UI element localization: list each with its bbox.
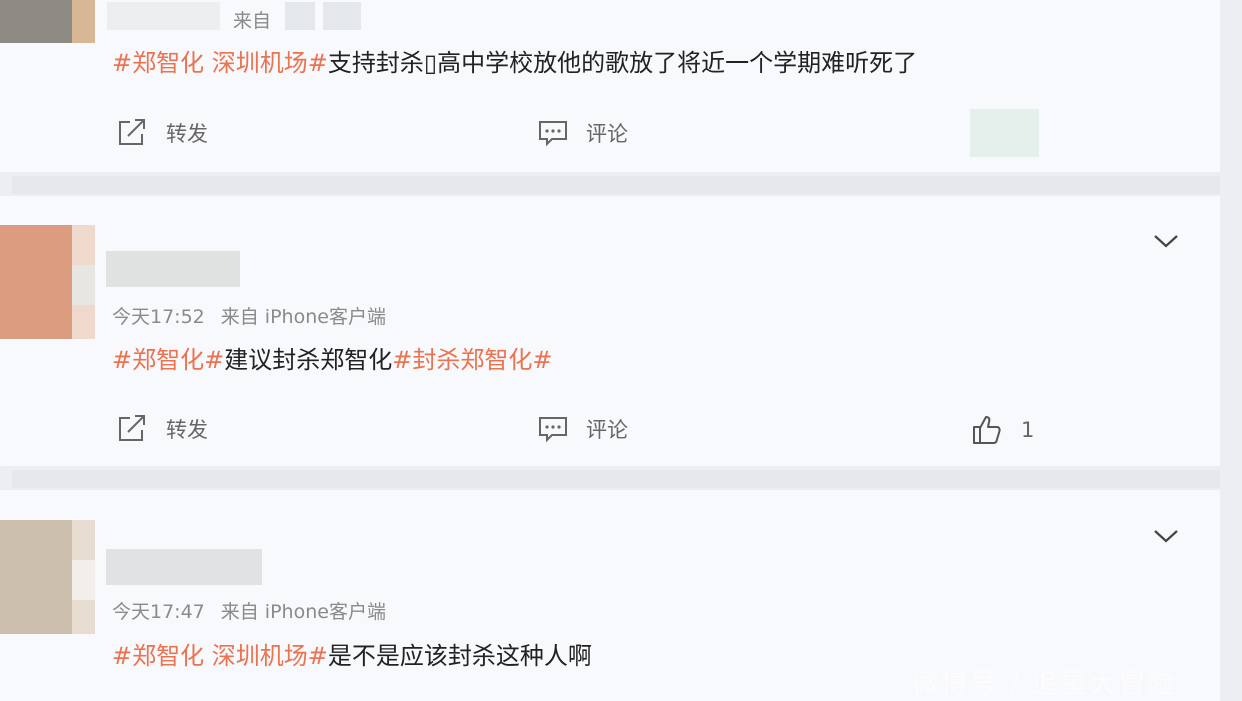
forward-button[interactable]: 转发: [116, 118, 208, 148]
comment-button[interactable]: 评论: [538, 414, 628, 444]
like-count: 1: [1021, 418, 1035, 442]
post-source: 来自 iPhone客户端: [220, 306, 386, 328]
post-source: 来自 iPhone客户端: [220, 601, 386, 623]
comment-icon: [539, 121, 567, 147]
comment-label: 评论: [586, 122, 628, 146]
source-blurred: [285, 2, 315, 30]
avatar[interactable]: [0, 225, 95, 339]
card-separator: [12, 470, 1220, 488]
post-meta: 今天17:52 来自 iPhone客户端: [112, 302, 386, 329]
post-meta: 今天17:47 来自 iPhone客户端: [112, 597, 386, 624]
hashtag-link[interactable]: #郑智化 深圳机场#: [112, 49, 328, 77]
hashtag-link[interactable]: #郑智化 深圳机场#: [112, 642, 328, 670]
card-separator: [12, 176, 1220, 194]
like-button[interactable]: 1: [971, 414, 1034, 446]
post-meta: 来自: [233, 6, 271, 33]
chevron-down-icon[interactable]: [1153, 233, 1179, 249]
avatar[interactable]: [0, 520, 95, 634]
comment-label: 评论: [586, 418, 628, 442]
username-blurred[interactable]: [106, 251, 240, 287]
forward-button[interactable]: 转发: [116, 414, 208, 444]
hashtag-link[interactable]: #封杀郑智化#: [392, 346, 552, 374]
avatar[interactable]: [0, 0, 95, 43]
comment-icon: [539, 417, 567, 443]
post-text: #郑智化 深圳机场#是不是应该封杀这种人啊: [112, 636, 592, 671]
post-body: 建议封杀郑智化: [224, 346, 393, 374]
username-blurred[interactable]: [106, 549, 262, 585]
comment-button[interactable]: 评论: [538, 118, 628, 148]
post-source: 来自: [233, 10, 272, 32]
source-blurred: [323, 2, 361, 30]
chevron-down-icon[interactable]: [1153, 528, 1179, 544]
forward-label: 转发: [166, 418, 208, 442]
like-icon: [973, 416, 1001, 444]
post-time: 今天17:47: [112, 601, 205, 623]
post-text: #郑智化 深圳机场#支持封杀▯高中学校放他的歌放了将近一个学期难听死了: [112, 43, 917, 78]
forward-icon: [119, 119, 145, 145]
forward-icon: [119, 415, 145, 441]
post-time: 今天17:52: [112, 306, 205, 328]
forward-label: 转发: [166, 122, 208, 146]
post-text: #郑智化#建议封杀郑智化#封杀郑智化#: [112, 340, 552, 375]
like-button-blurred[interactable]: [970, 109, 1039, 157]
hashtag-link[interactable]: #郑智化#: [112, 346, 224, 374]
username-blurred[interactable]: [107, 2, 220, 30]
post-body: 是不是应该封杀这种人啊: [327, 642, 592, 670]
watermark: 微博号 / 追星大冒险: [912, 669, 1177, 700]
post-body: 支持封杀▯高中学校放他的歌放了将近一个学期难听死了: [327, 49, 918, 77]
